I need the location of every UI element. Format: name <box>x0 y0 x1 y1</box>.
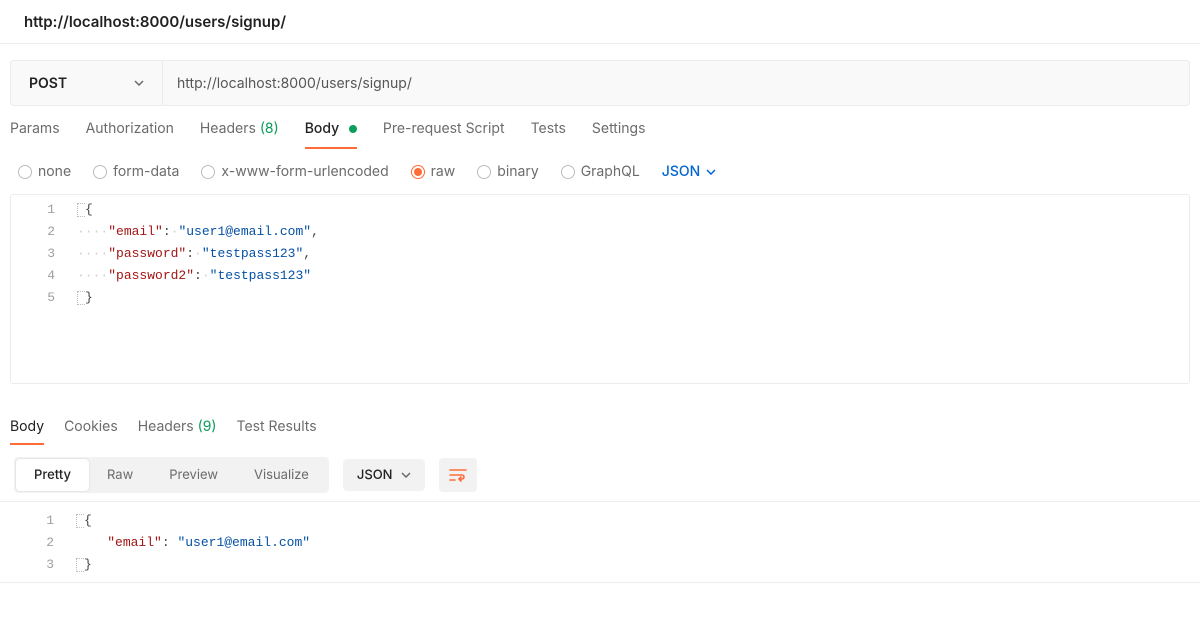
response-tabs: Body Cookies Headers (9) Test Results <box>0 414 1200 445</box>
view-pretty[interactable]: Pretty <box>16 459 89 491</box>
chevron-down-icon <box>706 169 716 175</box>
request-url-input[interactable]: http://localhost:8000/users/signup/ <box>163 61 1189 105</box>
view-visualize[interactable]: Visualize <box>236 459 327 491</box>
body-type-label: binary <box>497 163 538 180</box>
body-type-row: none form-data x-www-form-urlencoded raw… <box>0 149 1200 190</box>
radio-icon <box>93 165 107 179</box>
response-controls: Pretty Raw Preview Visualize JSON <box>0 445 1200 501</box>
response-format-select[interactable]: JSON <box>343 459 425 491</box>
body-type-label: none <box>38 163 71 180</box>
http-method-value: POST <box>29 75 67 92</box>
code-area[interactable]: { "email": "user1@email.com" } <box>76 510 310 576</box>
body-type-form-data[interactable]: form-data <box>93 163 179 180</box>
request-body-editor[interactable]: 12345 { ····"email":·"user1@email.com", … <box>10 194 1190 384</box>
radio-icon <box>18 165 32 179</box>
body-type-label: form-data <box>113 163 179 180</box>
body-modified-dot <box>349 125 357 133</box>
raw-type-select[interactable]: JSON <box>662 163 716 180</box>
body-type-graphql[interactable]: GraphQL <box>561 163 640 180</box>
tab-settings[interactable]: Settings <box>592 120 646 149</box>
body-type-raw[interactable]: raw <box>411 163 456 180</box>
tab-headers[interactable]: Headers (8) <box>200 120 279 149</box>
resp-tab-body[interactable]: Body <box>10 418 44 445</box>
code-area[interactable]: { ····"email":·"user1@email.com", ····"p… <box>77 199 319 309</box>
body-type-label: raw <box>431 163 456 180</box>
radio-icon <box>561 165 575 179</box>
line-number-gutter: 123 <box>10 510 76 576</box>
view-preview[interactable]: Preview <box>151 459 236 491</box>
tab-params[interactable]: Params <box>10 120 60 149</box>
wrap-lines-button[interactable] <box>439 458 477 492</box>
divider <box>0 43 1200 44</box>
body-type-label: x-www-form-urlencoded <box>221 163 388 180</box>
resp-tab-headers[interactable]: Headers (9) <box>138 418 217 445</box>
resp-tab-tests[interactable]: Test Results <box>237 418 317 445</box>
body-type-label: GraphQL <box>581 163 640 180</box>
view-raw[interactable]: Raw <box>89 459 151 491</box>
tab-headers-label: Headers <box>200 120 256 137</box>
view-mode-segment: Pretty Raw Preview Visualize <box>14 457 329 493</box>
radio-icon <box>477 165 491 179</box>
request-bar: POST http://localhost:8000/users/signup/ <box>10 60 1190 106</box>
radio-icon <box>411 165 425 179</box>
response-body-editor[interactable]: 123 { "email": "user1@email.com" } <box>0 501 1200 583</box>
tab-body[interactable]: Body <box>305 120 357 149</box>
chevron-down-icon <box>401 472 411 478</box>
http-method-select[interactable]: POST <box>11 61 163 105</box>
request-tabs: Params Authorization Headers (8) Body Pr… <box>0 106 1200 149</box>
resp-tab-headers-label: Headers <box>138 418 194 435</box>
tab-headers-count: (8) <box>260 120 279 137</box>
chevron-down-icon <box>134 80 144 86</box>
body-type-none[interactable]: none <box>18 163 71 180</box>
request-tab-title: http://localhost:8000/users/signup/ <box>0 0 1200 43</box>
body-type-binary[interactable]: binary <box>477 163 538 180</box>
raw-type-value: JSON <box>662 163 700 180</box>
wrap-icon <box>449 468 467 482</box>
response-format-value: JSON <box>357 467 393 483</box>
tab-authorization[interactable]: Authorization <box>86 120 174 149</box>
resp-tab-headers-count: (9) <box>198 418 217 435</box>
radio-icon <box>201 165 215 179</box>
body-type-urlencoded[interactable]: x-www-form-urlencoded <box>201 163 388 180</box>
tab-prerequest[interactable]: Pre-request Script <box>383 120 505 149</box>
tab-tests[interactable]: Tests <box>531 120 566 149</box>
tab-body-label: Body <box>305 120 339 137</box>
line-number-gutter: 12345 <box>11 199 77 309</box>
resp-tab-cookies[interactable]: Cookies <box>64 418 118 445</box>
